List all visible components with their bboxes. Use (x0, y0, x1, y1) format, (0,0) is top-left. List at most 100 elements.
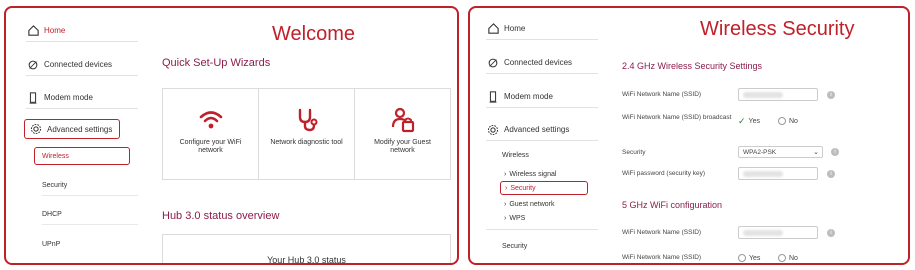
sub-upnp[interactable]: UPnP (42, 234, 138, 254)
sub-wps[interactable]: › WPS (504, 212, 594, 225)
security-row: Security WPA2-PSK ⌄ i (622, 146, 902, 160)
broadcast5-row: WiFi Network Name (SSID) Yes No (622, 254, 902, 263)
status-overview-box: Your Hub 3.0 status (162, 234, 451, 265)
nav-connected-devices-label: Connected devices (44, 60, 113, 69)
chevron-right-icon: › (504, 171, 507, 178)
ssid-label: WiFi Network Name (SSID) (622, 91, 702, 98)
sub-security[interactable]: Security (42, 176, 138, 196)
redacted-value (743, 230, 783, 236)
wizards-grid: Configure your WiFi network Network diag… (162, 88, 451, 180)
page-title: Welcome (272, 23, 355, 45)
wireless-security-panel: Home Connected devices Modem mode Advanc… (468, 6, 910, 265)
section-24ghz-title: 2.4 GHz Wireless Security Settings (622, 61, 763, 71)
nav-advanced-settings-label: Advanced settings (47, 124, 113, 134)
security-select[interactable]: WPA2-PSK ⌄ (738, 146, 823, 158)
wizard-guest-network-label: Modify your Guest network (374, 139, 431, 155)
ssid5-input[interactable] (738, 226, 818, 239)
ssid-row: WiFi Network Name (SSID) i (622, 88, 902, 102)
stethoscope-icon (298, 108, 317, 132)
broadcast5-yes-radio[interactable]: Yes (738, 254, 760, 262)
broadcast-row: WiFi Network Name (SSID) broadcast ✓ Yes… (622, 114, 902, 136)
wifi-icon (199, 111, 222, 129)
nav-modem-mode[interactable]: Modem mode (486, 86, 598, 108)
devices-icon (26, 58, 40, 72)
sub-wireless[interactable]: Wireless (34, 147, 130, 165)
nav-advanced-settings-label: Advanced settings (504, 125, 570, 134)
sub-dhcp[interactable]: DHCP (42, 205, 138, 225)
radio-circle-icon (738, 254, 746, 262)
info-icon[interactable]: i (827, 91, 835, 99)
wizard-configure-wifi-label: Configure your WiFi network (179, 139, 242, 155)
nav-home[interactable]: Home (486, 18, 598, 40)
sub-wireless-label: Wireless (42, 152, 69, 160)
nav-advanced-settings[interactable]: Advanced settings (486, 119, 598, 141)
gear-icon (29, 122, 43, 136)
wizard-network-diagnostic-label: Network diagnostic tool (270, 139, 343, 146)
status-text: Your Hub 3.0 status (267, 255, 346, 265)
nav-connected-devices-label: Connected devices (504, 58, 573, 67)
redacted-value (743, 92, 783, 98)
password-input[interactable] (738, 167, 818, 180)
yes-label: Yes (748, 118, 760, 125)
wizard-configure-wifi[interactable]: Configure your WiFi network (163, 89, 259, 179)
broadcast5-label: WiFi Network Name (SSID) (622, 254, 702, 261)
sub-guest-network[interactable]: › Guest network (504, 198, 594, 211)
broadcast-yes-radio[interactable]: ✓ Yes (738, 116, 760, 127)
guest-network-icon (391, 107, 414, 133)
wizard-guest-network[interactable]: Modify your Guest network (355, 89, 450, 179)
page-title: Wireless Security (700, 18, 855, 40)
ssid5-row: WiFi Network Name (SSID) i (622, 226, 902, 240)
sub-upnp-label: UPnP (42, 240, 61, 248)
no-label: No (789, 117, 798, 125)
sub-security-label: Security (42, 182, 68, 189)
broadcast5-no-radio[interactable]: No (778, 254, 798, 262)
nav-advanced-settings[interactable]: Advanced settings (24, 119, 120, 139)
password-row: WiFi password (security key) i (622, 167, 902, 181)
status-title: Hub 3.0 status overview (162, 210, 280, 222)
redacted-value (743, 171, 783, 177)
sub-security-label: Security (510, 184, 536, 192)
nav-modem-mode[interactable]: Modem mode (26, 87, 138, 109)
password-label: WiFi password (security key) (622, 170, 706, 177)
sub-heading-wireless: Wireless (502, 152, 529, 159)
ssid-input[interactable] (738, 88, 818, 101)
home-icon (26, 24, 40, 38)
nav-connected-devices[interactable]: Connected devices (486, 52, 598, 74)
info-icon[interactable]: i (827, 170, 835, 178)
nav-home-label: Home (504, 24, 526, 33)
checkmark-icon: ✓ (738, 116, 746, 126)
chevron-down-icon: ⌄ (813, 149, 819, 156)
section-5ghz-title: 5 GHz WiFi configuration (622, 200, 723, 210)
sub-wps-label: WPS (509, 215, 526, 222)
info-icon[interactable]: i (827, 229, 835, 237)
info-icon[interactable]: i (831, 148, 839, 156)
nav-home[interactable]: Home (26, 20, 138, 42)
divider (486, 229, 598, 230)
radio-circle-icon (778, 254, 786, 262)
nav-modem-mode-label: Modem mode (504, 92, 553, 101)
sub-guest-network-label: Guest network (509, 201, 555, 208)
ssid5-label: WiFi Network Name (SSID) (622, 229, 702, 236)
modem-icon (486, 90, 500, 104)
nav-home-label: Home (44, 26, 66, 35)
no-label: No (789, 254, 798, 262)
chevron-right-icon: › (504, 201, 507, 208)
sub-wireless-signal[interactable]: › Wireless signal (504, 168, 594, 181)
security-field-label: Security (622, 149, 646, 156)
welcome-panel: Home Connected devices Modem mode Advanc… (4, 6, 459, 265)
wizard-network-diagnostic[interactable]: Network diagnostic tool (259, 89, 355, 179)
sub-security-active[interactable]: › Security (500, 181, 588, 195)
devices-icon (486, 56, 500, 70)
nav-modem-mode-label: Modem mode (44, 93, 93, 102)
sub-wireless-signal-label: Wireless signal (509, 171, 557, 178)
sub-dhcp-label: DHCP (42, 211, 62, 218)
chevron-right-icon: › (504, 215, 507, 222)
nav-security[interactable]: Security (502, 243, 527, 250)
broadcast-no-radio[interactable]: No (778, 117, 798, 125)
modem-icon (26, 91, 40, 105)
chevron-right-icon: › (505, 184, 508, 192)
gear-icon (486, 123, 500, 137)
home-icon (486, 22, 500, 36)
nav-connected-devices[interactable]: Connected devices (26, 54, 138, 76)
wizards-title: Quick Set-Up Wizards (162, 57, 271, 69)
